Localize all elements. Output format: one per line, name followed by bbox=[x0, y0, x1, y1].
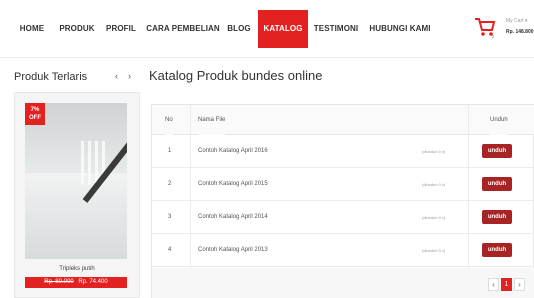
table-row: 4 Contoh Katalog April 2013 (diunduh 0 x… bbox=[152, 234, 534, 267]
top-nav: HOME PRODUK PROFIL CARA PEMBELIAN BLOG K… bbox=[0, 0, 534, 58]
product-image-floor bbox=[25, 173, 127, 259]
discount-percent: 7% bbox=[30, 107, 40, 113]
pagination-next[interactable]: › bbox=[514, 278, 525, 291]
row-number: 3 bbox=[168, 214, 172, 220]
price-bar: Rp. 80.000 Rp. 74.400 bbox=[25, 277, 127, 288]
discount-badge: 7% OFF bbox=[25, 103, 45, 125]
nav-blog[interactable]: BLOG bbox=[225, 14, 253, 44]
row-number: 4 bbox=[168, 247, 172, 253]
table-row: 1 Contoh Katalog April 2016 (diunduh 0 x… bbox=[152, 135, 534, 168]
row-download-count: (diunduh 0 x) bbox=[422, 182, 446, 187]
cart-count: 2 bbox=[492, 34, 495, 39]
cart-total: Rp. 148.800 bbox=[506, 29, 534, 35]
product-image[interactable] bbox=[25, 103, 127, 259]
carousel-prev-button[interactable]: ‹ bbox=[111, 70, 122, 83]
row-number: 2 bbox=[168, 181, 172, 187]
table-row: 2 Contoh Katalog April 2015 (diunduh 0 x… bbox=[152, 168, 534, 201]
product-name[interactable]: Tripleks putih bbox=[14, 266, 140, 272]
nav-katalog[interactable]: KATALOG bbox=[258, 10, 308, 48]
nav-produk[interactable]: PRODUK bbox=[56, 14, 98, 44]
column-divider bbox=[468, 105, 469, 269]
download-button[interactable]: unduh bbox=[482, 177, 512, 191]
row-file-name: Contoh Katalog April 2013 bbox=[198, 247, 268, 253]
discount-off: OFF bbox=[29, 115, 41, 121]
table-header: No Nama File Unduh bbox=[152, 105, 534, 135]
header-unduh: Unduh bbox=[490, 105, 508, 135]
row-download-count: (diunduh 0 x) bbox=[422, 149, 446, 154]
header-no: No bbox=[165, 105, 173, 135]
table-footer bbox=[152, 268, 534, 298]
product-image-highlight bbox=[81, 141, 84, 185]
cart-label[interactable]: My Cart ▾ bbox=[506, 18, 527, 24]
header-file: Nama File bbox=[198, 105, 226, 135]
row-download-count: (diunduh 0 x) bbox=[422, 215, 446, 220]
download-button[interactable]: unduh bbox=[482, 144, 512, 158]
pagination-page-1[interactable]: 1 bbox=[501, 278, 512, 291]
current-price: Rp. 74.400 bbox=[78, 279, 108, 285]
table-row: 3 Contoh Katalog April 2014 (diunduh 0 x… bbox=[152, 201, 534, 234]
row-download-count: (diunduh 0 x) bbox=[422, 248, 446, 253]
product-image-highlight bbox=[88, 141, 91, 185]
carousel-next-button[interactable]: › bbox=[124, 70, 135, 83]
catalog-table: No Nama File Unduh 1 Contoh Katalog Apri… bbox=[151, 104, 534, 298]
nav-profil[interactable]: PROFIL bbox=[103, 14, 139, 44]
nav-testimoni[interactable]: TESTIMONI bbox=[311, 14, 361, 44]
old-price: Rp. 80.000 bbox=[44, 279, 74, 285]
nav-cara-pembelian[interactable]: CARA PEMBELIAN bbox=[145, 14, 221, 44]
sidebar-title: Produk Terlaris bbox=[14, 71, 88, 83]
download-button[interactable]: unduh bbox=[482, 210, 512, 224]
nav-home[interactable]: HOME bbox=[14, 14, 50, 44]
cart-widget[interactable]: 2 My Cart ▾ Rp. 148.800 bbox=[474, 14, 534, 44]
row-file-name: Contoh Katalog April 2015 bbox=[198, 181, 268, 187]
download-button[interactable]: unduh bbox=[482, 243, 512, 257]
row-number: 1 bbox=[168, 148, 172, 154]
row-file-name: Contoh Katalog April 2014 bbox=[198, 214, 268, 220]
column-divider bbox=[190, 105, 191, 269]
row-file-name: Contoh Katalog April 2016 bbox=[198, 148, 268, 154]
pagination-prev[interactable]: ‹ bbox=[488, 278, 499, 291]
nav-hubungi-kami[interactable]: HUBUNGI KAMI bbox=[367, 14, 433, 44]
page-title: Katalog Produk bundes online bbox=[149, 68, 323, 83]
